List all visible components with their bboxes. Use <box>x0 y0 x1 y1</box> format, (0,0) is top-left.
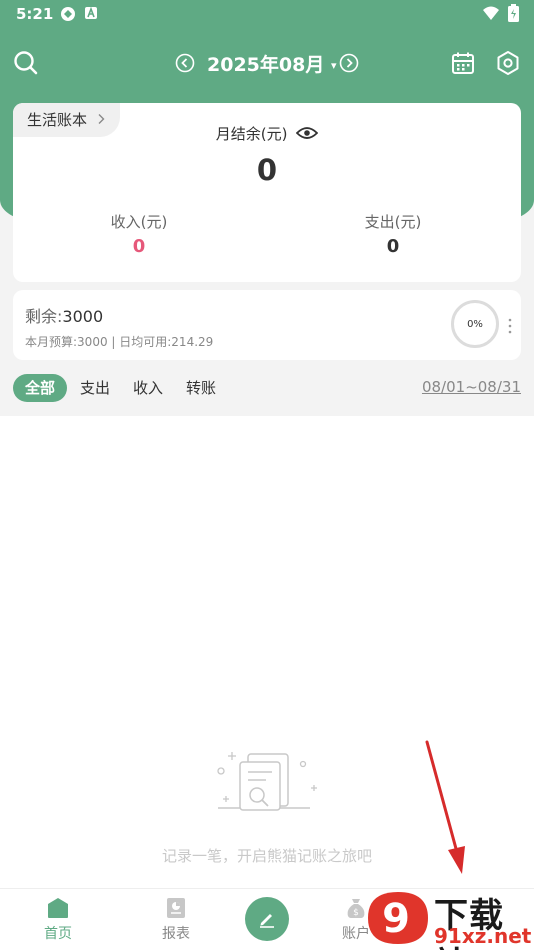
site-watermark: 9 下载站 91xz.net <box>362 886 534 950</box>
pencil-icon <box>260 914 274 928</box>
balance-label: 月结余(元) <box>215 125 288 143</box>
more-vertical-icon[interactable] <box>507 318 513 334</box>
month-label: 2025年08月 <box>207 54 325 76</box>
monthly-summary-card: 生活账本 月结余(元) 0 收入(元) 0 支出(元) 0 <box>13 103 521 282</box>
filter-expense[interactable]: 支出 <box>80 374 110 402</box>
home-icon <box>48 898 68 918</box>
budget-detail: 本月预算:3000 | 日均可用:214.29 <box>25 335 214 349</box>
search-icon <box>14 51 38 75</box>
status-time: 5:21 <box>16 5 54 23</box>
sync-icon <box>61 7 75 21</box>
expense-value: 0 <box>386 236 400 257</box>
chevron-left-icon <box>175 53 195 73</box>
budget-remaining: 剩余:3000 <box>25 303 103 327</box>
chevron-right-icon <box>339 53 359 73</box>
tab-report[interactable]: 报表 <box>146 897 206 943</box>
income-value: 0 <box>132 236 146 257</box>
tab-home-label: 首页 <box>44 926 72 942</box>
top-bar: 2025年08月 ▾ <box>0 44 534 84</box>
watermark-logo: 9 <box>368 892 428 944</box>
next-month-button[interactable] <box>334 48 364 78</box>
filter-income[interactable]: 收入 <box>133 374 163 402</box>
balance-label-row: 月结余(元) <box>13 123 521 144</box>
budget-progress-ring: 0% <box>451 300 499 348</box>
expense-label: 支出(元) <box>364 213 422 231</box>
svg-text:$: $ <box>353 908 359 918</box>
battery-icon <box>508 4 519 22</box>
watermark-badge: 9 <box>382 896 410 942</box>
settings-icon <box>497 51 519 75</box>
empty-records-illustration <box>217 752 317 811</box>
settings-button[interactable] <box>493 48 523 78</box>
eye-icon[interactable] <box>295 126 319 140</box>
budget-progress-text: 0% <box>467 318 483 330</box>
app-notification-icon <box>85 6 97 19</box>
remaining-value: 3000 <box>62 307 104 326</box>
remaining-label: 剩余: <box>25 307 63 326</box>
balance-value: 0 <box>256 153 278 187</box>
record-filter-bar: 全部 支出 收入 转账 08/01~08/31 <box>13 374 521 404</box>
prev-month-button[interactable] <box>170 48 200 78</box>
income-label: 收入(元) <box>110 213 168 231</box>
annotation-arrow <box>425 740 465 874</box>
budget-card[interactable]: 剩余:3000 本月预算:3000 | 日均可用:214.29 0% <box>13 290 521 360</box>
calendar-icon <box>452 52 474 74</box>
report-icon <box>167 898 185 918</box>
watermark-url: 91xz.net <box>434 924 532 948</box>
filter-all[interactable]: 全部 <box>13 374 68 402</box>
search-button[interactable] <box>11 48 41 78</box>
month-selector[interactable]: 2025年08月 ▾ <box>207 50 336 77</box>
wifi-icon <box>483 6 499 20</box>
date-range-selector[interactable]: 08/01~08/31 <box>422 378 521 396</box>
status-bar: 5:21 <box>0 0 534 30</box>
add-record-button[interactable] <box>245 897 289 941</box>
tab-home[interactable]: 首页 <box>28 897 88 943</box>
calendar-button[interactable] <box>448 48 478 78</box>
tab-report-label: 报表 <box>162 926 190 942</box>
filter-transfer[interactable]: 转账 <box>186 374 216 402</box>
